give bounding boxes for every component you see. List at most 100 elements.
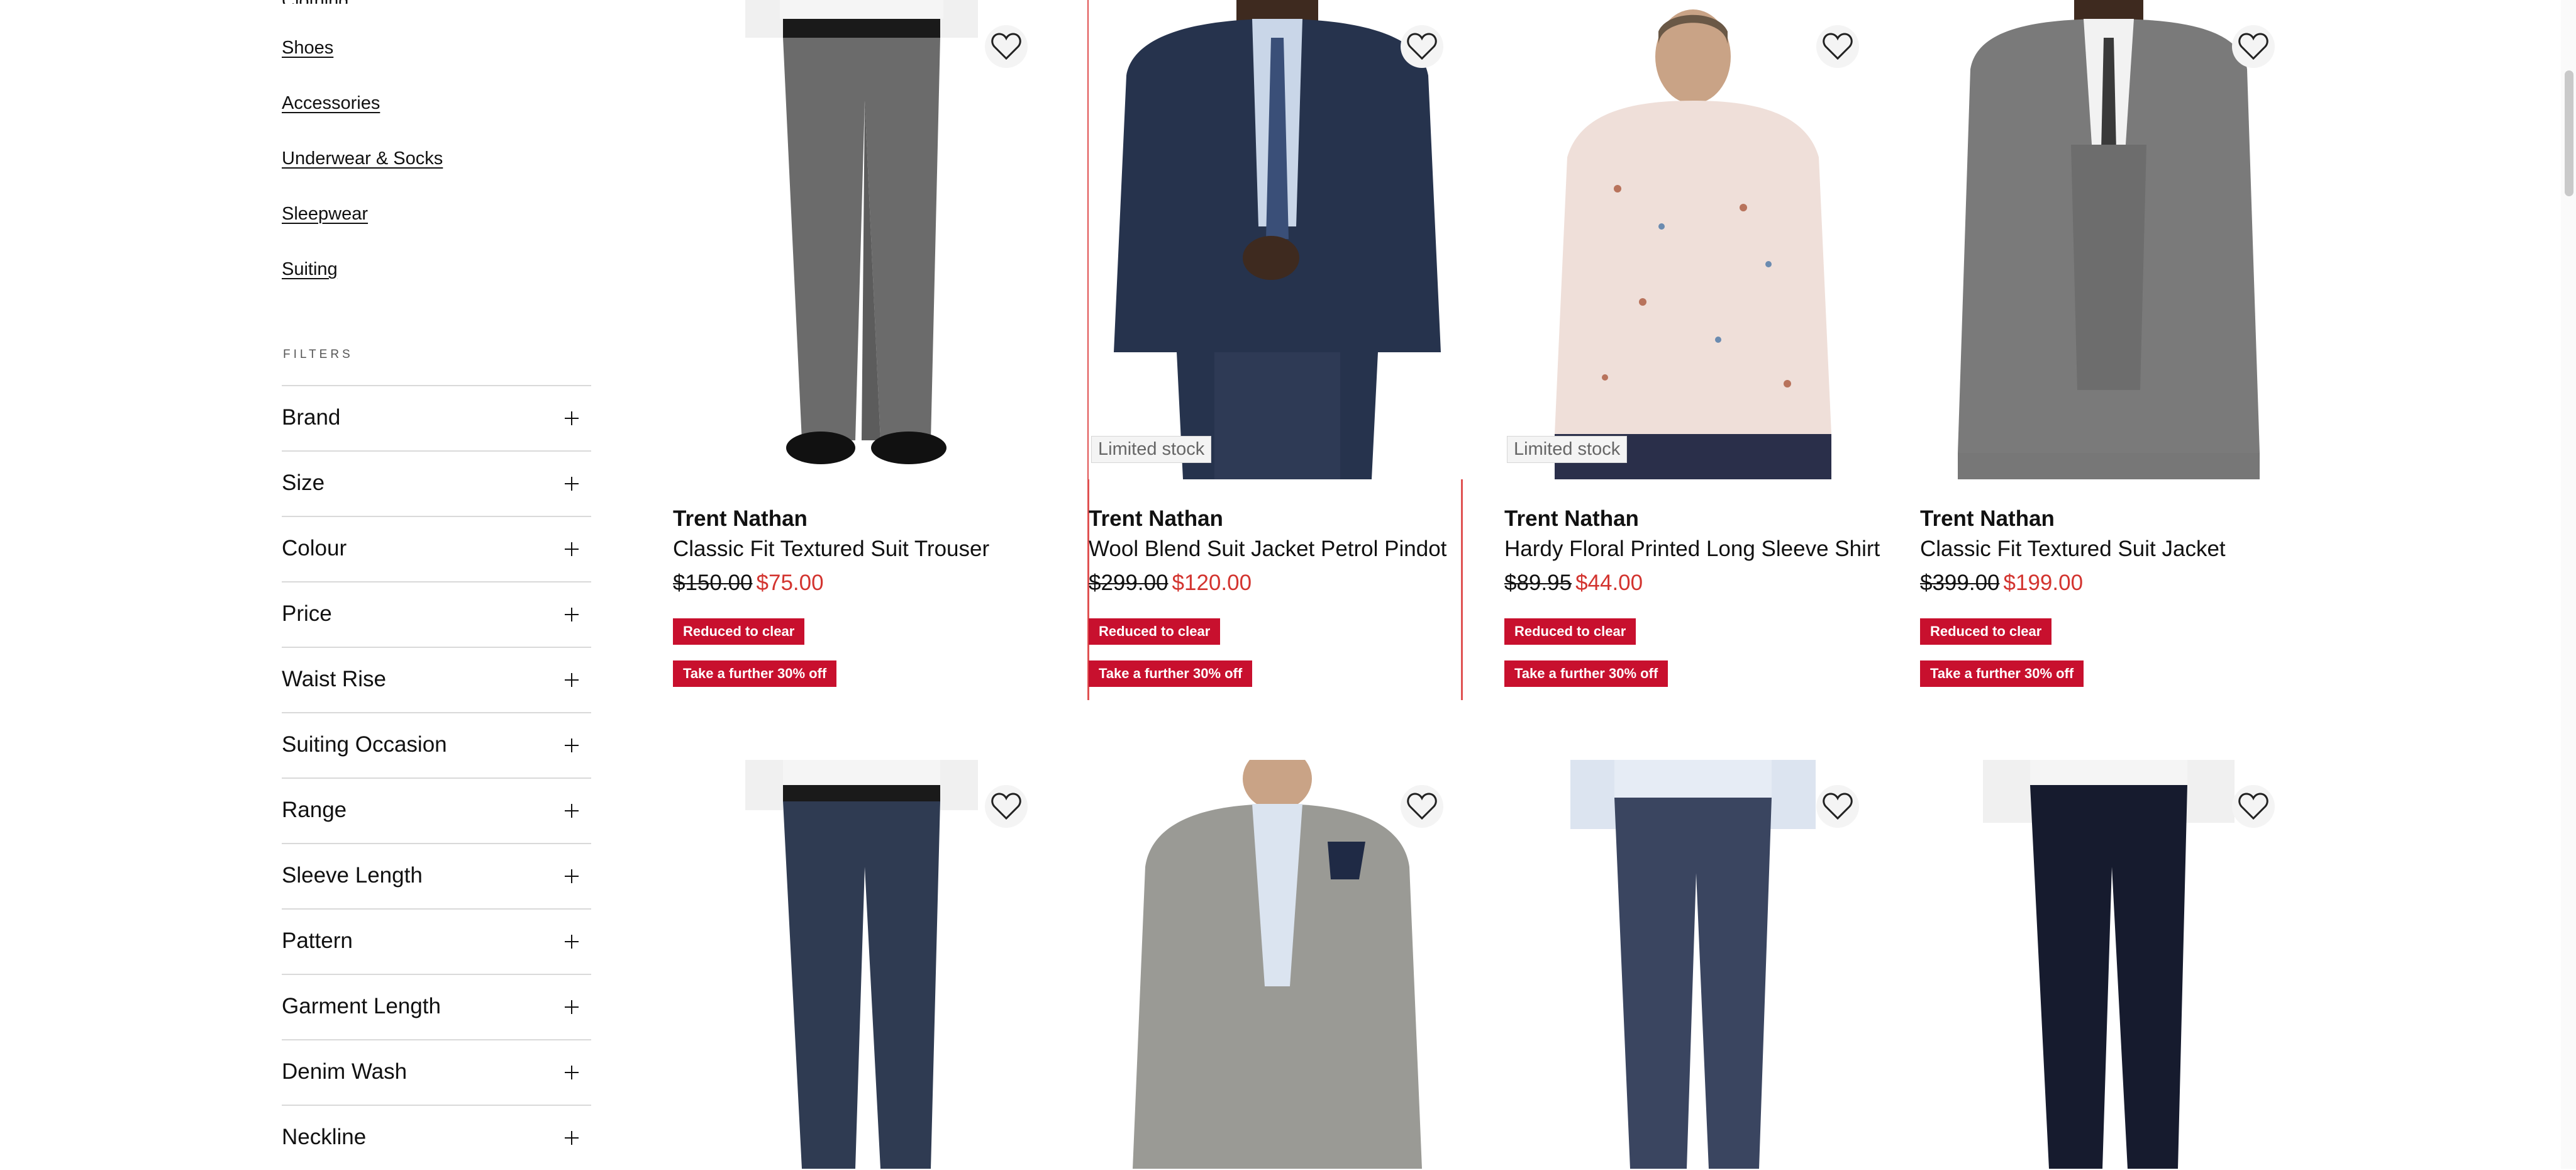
wishlist-button[interactable]: [2232, 25, 2275, 68]
extra-discount-badge: Take a further 30% off: [1089, 660, 1253, 687]
sale-price: $75.00: [756, 571, 824, 595]
category-link-sleepwear[interactable]: Sleepwear: [282, 204, 368, 225]
filter-label: Range: [282, 798, 347, 822]
filter-size[interactable]: Size: [282, 450, 591, 516]
plus-icon: [565, 738, 579, 752]
filter-label: Sleeve Length: [282, 863, 423, 888]
plus-icon: [565, 935, 579, 949]
scrollbar[interactable]: [2561, 0, 2576, 1169]
filter-price[interactable]: Price: [282, 581, 591, 647]
product-price: $399.00 $199.00: [1920, 571, 2083, 596]
category-link-suiting[interactable]: Suiting: [282, 259, 338, 280]
extra-discount-badge: Take a further 30% off: [673, 660, 837, 687]
filter-suiting-occasion[interactable]: Suiting Occasion: [282, 712, 591, 777]
heart-icon: [1823, 793, 1853, 820]
filter-label: Suiting Occasion: [282, 732, 447, 757]
product-name[interactable]: Wool Blend Suit Jacket Petrol Pindot: [1089, 537, 1446, 562]
sale-price: $120.00: [1172, 571, 1252, 595]
heart-icon: [991, 793, 1021, 820]
filter-label: Waist Rise: [282, 667, 386, 691]
product-name[interactable]: Classic Fit Textured Suit Jacket: [1920, 537, 2226, 562]
scrollbar-thumb[interactable]: [2565, 70, 2573, 196]
product-brand: Trent Nathan: [1504, 506, 1639, 531]
product-image[interactable]: [673, 0, 1050, 479]
product-price: $89.95 $44.00: [1504, 571, 1643, 596]
category-link-shoes[interactable]: Shoes: [282, 38, 333, 58]
original-price: $150.00: [673, 571, 753, 595]
original-price: $399.00: [1920, 571, 2000, 595]
sale-price: $199.00: [2003, 571, 2084, 595]
filter-denim-wash[interactable]: Denim Wash: [282, 1039, 591, 1105]
filter-label: Colour: [282, 536, 347, 560]
extra-discount-badge: Take a further 30% off: [1920, 660, 2084, 687]
reduced-badge: Reduced to clear: [1920, 618, 2052, 645]
heart-icon: [2238, 793, 2268, 820]
sale-price: $44.00: [1575, 571, 1643, 595]
reduced-badge: Reduced to clear: [1089, 618, 1221, 645]
heart-icon: [991, 33, 1021, 60]
filter-pattern[interactable]: Pattern: [282, 908, 591, 974]
category-link-underwear-socks[interactable]: Underwear & Socks: [282, 148, 443, 169]
plus-icon: [565, 608, 579, 621]
plus-icon: [565, 411, 579, 425]
product-image[interactable]: [1920, 760, 2297, 1169]
product-brand: Trent Nathan: [1089, 506, 1223, 531]
product-image[interactable]: Limited stock: [1089, 0, 1466, 479]
filter-neckline[interactable]: Neckline: [282, 1105, 591, 1170]
filter-range[interactable]: Range: [282, 777, 591, 843]
plus-icon: [565, 1066, 579, 1079]
filter-sleeve-length[interactable]: Sleeve Length: [282, 843, 591, 908]
plus-icon: [565, 542, 579, 556]
product-brand: Trent Nathan: [1920, 506, 2055, 531]
wishlist-button[interactable]: [1401, 25, 1443, 68]
reduced-badge: Reduced to clear: [1504, 618, 1636, 645]
wishlist-button[interactable]: [1816, 25, 1859, 68]
plus-icon: [565, 673, 579, 687]
filter-list: Brand Size Colour Price Waist Rise Suiti…: [282, 385, 591, 1170]
product-name[interactable]: Hardy Floral Printed Long Sleeve Shirt: [1504, 537, 1880, 562]
wishlist-button[interactable]: [985, 25, 1028, 68]
plus-icon: [565, 804, 579, 818]
reduced-badge: Reduced to clear: [673, 618, 805, 645]
heart-icon: [2238, 33, 2268, 60]
product-name[interactable]: Classic Fit Textured Suit Trouser: [673, 537, 989, 562]
filter-label: Price: [282, 601, 332, 626]
stock-badge: Limited stock: [1507, 436, 1628, 463]
original-price: $299.00: [1089, 571, 1169, 595]
product-image[interactable]: [673, 760, 1050, 1169]
original-price: $89.95: [1504, 571, 1572, 595]
wishlist-button[interactable]: [985, 785, 1028, 828]
stock-badge: Limited stock: [1091, 436, 1212, 463]
filter-label: Brand: [282, 405, 341, 430]
heart-icon: [1823, 33, 1853, 60]
filter-label: Garment Length: [282, 994, 441, 1018]
product-price: $150.00 $75.00: [673, 571, 824, 596]
filters-heading: FILTERS: [283, 348, 353, 361]
category-link-clothing-cut[interactable]: Clothing: [282, 0, 348, 4]
product-brand: Trent Nathan: [673, 506, 808, 531]
filter-colour[interactable]: Colour: [282, 516, 591, 581]
plus-icon: [565, 1131, 579, 1145]
extra-discount-badge: Take a further 30% off: [1504, 660, 1668, 687]
filter-label: Neckline: [282, 1125, 367, 1149]
filter-waist-rise[interactable]: Waist Rise: [282, 647, 591, 712]
plus-icon: [565, 869, 579, 883]
category-link-accessories[interactable]: Accessories: [282, 93, 380, 114]
plus-icon: [565, 477, 579, 491]
heart-icon: [1407, 793, 1437, 820]
filter-brand[interactable]: Brand: [282, 385, 591, 450]
wishlist-button[interactable]: [1816, 785, 1859, 828]
filter-label: Size: [282, 471, 325, 495]
product-image[interactable]: [1920, 0, 2297, 479]
wishlist-button[interactable]: [2232, 785, 2275, 828]
product-price: $299.00 $120.00: [1089, 571, 1252, 596]
product-image[interactable]: [1089, 760, 1466, 1169]
plus-icon: [565, 1000, 579, 1014]
filter-label: Pattern: [282, 928, 353, 953]
product-image[interactable]: [1504, 760, 1882, 1169]
filter-label: Denim Wash: [282, 1059, 408, 1084]
filter-garment-length[interactable]: Garment Length: [282, 974, 591, 1039]
product-image[interactable]: Limited stock: [1504, 0, 1882, 479]
heart-icon: [1407, 33, 1437, 60]
wishlist-button[interactable]: [1401, 785, 1443, 828]
